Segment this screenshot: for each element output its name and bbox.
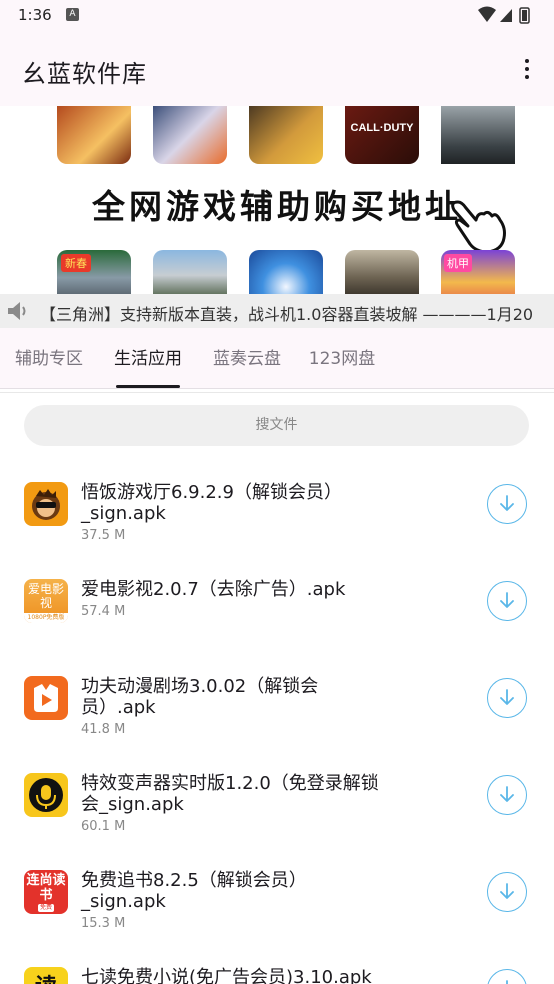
file-name: 悟饭游戏厅6.9.2.9（解锁会员）_sign.apk	[81, 482, 342, 524]
download-button[interactable]	[487, 969, 527, 984]
file-name: 特效变声器实时版1.2.0（免登录解锁会_sign.apk	[81, 773, 379, 815]
status-icons	[478, 6, 530, 24]
wufan-icon	[24, 482, 68, 526]
game-cartoon-icon: 机甲	[441, 250, 515, 294]
search-input[interactable]: 搜文件	[24, 405, 529, 446]
tab-indicator	[116, 385, 180, 388]
wifi-icon	[478, 6, 496, 22]
badge-jijia: 机甲	[444, 254, 472, 272]
qidu-icon: 读	[24, 967, 68, 984]
file-name: 七读免费小说(免广告会员)3.10.apk	[81, 967, 372, 984]
promo-banner[interactable]: CALL·DUTY 全网游戏辅助购买地址 新春 机甲	[0, 106, 554, 294]
game-man-icon: 新春	[57, 250, 131, 294]
tab-lanzou[interactable]: 蓝奏云盘	[198, 328, 296, 388]
download-icon	[500, 495, 514, 511]
download-button[interactable]	[487, 872, 527, 912]
badge-new: 新春	[61, 254, 91, 272]
game-girl-icon	[153, 106, 227, 164]
download-icon	[500, 786, 514, 802]
status-time: 1:36	[18, 6, 52, 24]
speaker-icon	[8, 302, 26, 320]
file-name: 爱电影视2.0.7（去除广告）.apk	[81, 579, 346, 600]
tab-shenghuo[interactable]: 生活应用	[98, 328, 198, 388]
list-item[interactable]: 特效变声器实时版1.2.0（免登录解锁会_sign.apk 60.1 M	[0, 761, 554, 858]
tab-fuzhu[interactable]: 辅助专区	[0, 328, 98, 388]
call-of-duty-icon: CALL·DUTY	[345, 106, 419, 164]
zhuishu-icon: 连尚读书 免费	[24, 870, 68, 914]
status-bar: 1:36 A	[0, 0, 554, 32]
announcement-bar[interactable]: 【三角洲】支持新版本直装，战斗机1.0容器直装坡解 ————1月20	[0, 294, 554, 328]
signal-icon	[500, 9, 512, 22]
tab-bar: 辅助专区 生活应用 蓝奏云盘 123网盘	[0, 328, 554, 389]
download-icon	[506, 980, 508, 984]
game-tactical-icon	[345, 250, 419, 294]
list-item[interactable]: 悟饭游戏厅6.9.2.9（解锁会员）_sign.apk 37.5 M	[0, 470, 554, 567]
app-bar: 幺蓝软件库	[0, 32, 554, 106]
hand-pointer-icon	[451, 200, 506, 254]
file-size: 37.5 M	[81, 528, 126, 543]
aidian-icon: 爱电影视 1080P免费版	[24, 579, 68, 623]
list-item[interactable]: 功夫动漫剧场3.0.02（解锁会员）.apk 41.8 M	[0, 664, 554, 761]
zhuishu-icon-text: 连尚读书	[26, 873, 66, 903]
download-button[interactable]	[487, 581, 527, 621]
game-dark-icon	[441, 106, 515, 164]
download-icon	[500, 592, 514, 608]
list-item[interactable]: 读 七读免费小说(免广告会员)3.10.apk	[0, 955, 554, 984]
a-icon: A	[66, 8, 79, 21]
file-size: 15.3 M	[81, 916, 126, 931]
file-name: 免费追书8.2.5（解锁会员）_sign.apk	[81, 870, 307, 912]
qidu-icon-text: 读	[24, 969, 68, 984]
game-hero-icon	[57, 106, 131, 164]
file-size: 60.1 M	[81, 819, 126, 834]
app-title: 幺蓝软件库	[22, 60, 147, 88]
download-icon	[500, 689, 514, 705]
list-item[interactable]: 爱电影视 1080P免费版 爱电影视2.0.7（去除广告）.apk 57.4 M	[0, 567, 554, 664]
aidian-icon-subtext: 1080P免费版	[24, 613, 68, 623]
announcement-text: 【三角洲】支持新版本直装，战斗机1.0容器直装坡解 ————1月20	[40, 305, 534, 324]
game-pubg-icon	[249, 106, 323, 164]
download-button[interactable]	[487, 775, 527, 815]
zhuishu-icon-subtext: 免费	[38, 904, 54, 912]
tab-123pan[interactable]: 123网盘	[296, 328, 388, 388]
download-icon	[500, 883, 514, 899]
gongfu-icon	[24, 676, 68, 720]
file-size: 41.8 M	[81, 722, 126, 737]
list-item[interactable]: 连尚读书 免费 免费追书8.2.5（解锁会员）_sign.apk 15.3 M	[0, 858, 554, 955]
game-soldier-icon	[153, 250, 227, 294]
download-button[interactable]	[487, 484, 527, 524]
divider	[0, 392, 554, 393]
game-blue-icon	[249, 250, 323, 294]
aidian-icon-text: 爱电影视	[27, 582, 64, 610]
more-vert-icon[interactable]	[516, 56, 538, 82]
microphone-icon	[24, 773, 68, 817]
download-button[interactable]	[487, 678, 527, 718]
file-size: 57.4 M	[81, 604, 126, 619]
call-of-duty-label: CALL·DUTY	[350, 122, 414, 134]
file-name: 功夫动漫剧场3.0.02（解锁会员）.apk	[81, 676, 319, 718]
